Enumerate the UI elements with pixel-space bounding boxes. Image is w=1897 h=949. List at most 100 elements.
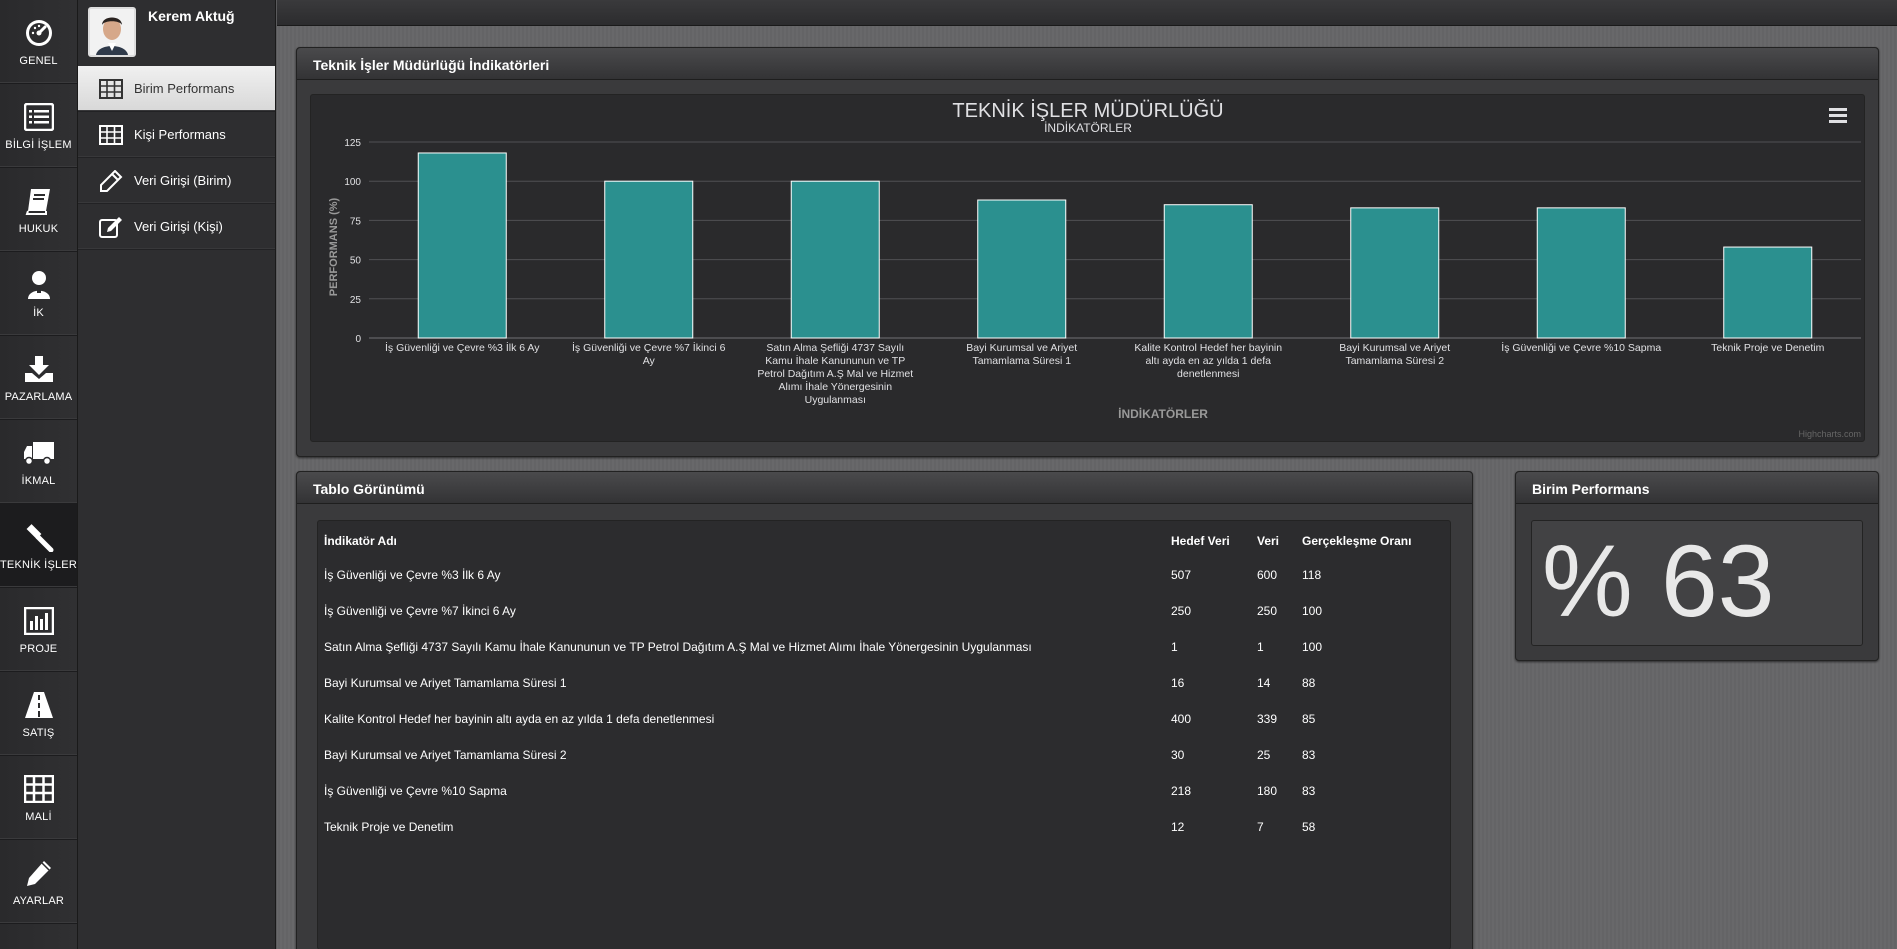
category-label: Bayi Kurumsal ve Ariyet Tamamlama Süresi… [1339,342,1451,367]
nav-label: MALİ [25,810,52,823]
nav-genel[interactable]: GENEL [0,0,77,84]
bar-chart-icon [23,605,55,637]
bar[interactable] [417,152,507,339]
col-actual: Veri [1257,534,1280,548]
subnav-kisi-performans[interactable]: Kişi Performans [78,112,275,158]
subnav-label: Birim Performans [134,81,235,96]
performance-panel-title: Birim Performans [1516,472,1878,504]
bar[interactable] [1536,207,1626,339]
road-icon [23,689,55,721]
category-label: Teknik Proje ve Denetim [1711,342,1825,354]
nav-label: İKMAL [21,474,56,487]
bar[interactable] [977,199,1067,339]
table-container: İndikatör Adı Hedef Veri Veri Gerçekleşm… [317,520,1451,949]
export-menu-button[interactable] [1826,104,1850,126]
sub-nav: Kerem Aktuğ Birim Performans Kişi Perfor… [78,0,276,949]
bar[interactable] [604,180,694,339]
table-row: Kalite Kontrol Hedef her bayinin altı ay… [324,701,1432,737]
category-label: İş Güvenliği ve Çevre %10 Sapma [1501,342,1662,354]
table-panel: Tablo Görünümü İndikatör Adı Hedef Veri … [296,471,1473,949]
category-label: Satın Alma Şefliği 4737 Sayılı Kamu İhal… [757,342,914,406]
table-row: Satın Alma Şefliği 4737 Sayılı Kamu İhal… [324,629,1432,665]
cell-actual: 7 [1257,820,1264,834]
x-tick-label: İş Güvenliği ve Çevre %7 İkinci 6 Ay [572,342,726,367]
category-label: Bayi Kurumsal ve Ariyet Tamamlama Süresi… [966,342,1078,367]
nav-teknik-isler[interactable]: TEKNİK İŞLER [0,504,77,588]
x-tick-label: Bayi Kurumsal ve Ariyet Tamamlama Süresi… [1339,342,1451,367]
y-tick-label: 25 [350,295,362,306]
bar[interactable] [790,180,880,339]
subnav-birim-performans[interactable]: Birim Performans [78,66,275,112]
cell-actual: 1 [1257,640,1264,654]
cell-ratio: 83 [1302,784,1316,798]
bar[interactable] [1163,204,1253,339]
truck-icon [23,437,55,469]
main-nav: GENEL BİLGİ İŞLEM HUKUK İK PAZARLAMA İKM… [0,0,78,949]
avatar[interactable] [88,7,136,57]
chart-panel: Teknik İşler Müdürlüğü İndikatörleri TEK… [296,47,1879,457]
cell-ratio: 58 [1302,820,1316,834]
table-panel-title: Tablo Görünümü [297,472,1472,504]
grid-icon [23,773,55,805]
subnav-label: Veri Girişi (Birim) [134,173,232,188]
cell-actual: 180 [1257,784,1278,798]
cell-target: 30 [1171,748,1185,762]
bar[interactable] [1350,207,1440,339]
cell-actual: 339 [1257,712,1278,726]
nav-bilgi-islem[interactable]: BİLGİ İŞLEM [0,84,77,168]
bar-chart: TEKNİK İŞLER MÜDÜRLÜĞÜ İNDİKATÖRLER PERF… [328,99,1861,439]
nav-mali[interactable]: MALİ [0,756,77,840]
nav-hukuk[interactable]: HUKUK [0,168,77,252]
nav-satis[interactable]: SATIŞ [0,672,77,756]
x-tick-label: İş Güvenliği ve Çevre %10 Sapma [1501,342,1662,354]
menu-icon [1829,108,1847,123]
x-tick-label: Satın Alma Şefliği 4737 Sayılı Kamu İhal… [757,342,914,406]
cell-ratio: 100 [1302,604,1323,618]
user-profile: Kerem Aktuğ [78,0,275,66]
pencil-icon [23,857,55,889]
col-target: Hedef Veri [1171,534,1230,548]
nav-ayarlar[interactable]: AYARLAR [0,840,77,924]
indicator-table: İndikatör Adı Hedef Veri Veri Gerçekleşm… [324,525,1432,845]
cell-target: 507 [1171,568,1192,582]
chart-credit[interactable]: Highcharts.com [1798,429,1861,439]
y-tick-label: 75 [350,216,362,227]
subnav-veri-girisi-birim[interactable]: Veri Girişi (Birim) [78,158,275,204]
nav-pazarlama[interactable]: PAZARLAMA [0,336,77,420]
cell-ratio: 88 [1302,676,1316,690]
nav-label: HUKUK [18,222,59,235]
cell-actual: 25 [1257,748,1271,762]
nav-label: BİLGİ İŞLEM [5,138,72,151]
chart-subtitle: İNDİKATÖRLER [1044,121,1132,135]
nav-proje[interactable]: PROJE [0,588,77,672]
subnav-veri-girisi-kisi[interactable]: Veri Girişi (Kişi) [78,204,275,250]
book-icon [23,185,55,217]
performance-panel: Birim Performans % 63 [1515,471,1879,661]
category-label: İş Güvenliği ve Çevre %7 İkinci 6 Ay [572,342,726,367]
y-tick-label: 100 [344,177,361,188]
nav-label: TEKNİK İŞLER [0,558,77,571]
table-row: Bayi Kurumsal ve Ariyet Tamamlama Süresi… [324,737,1432,773]
chart-ylabel: PERFORMANS (%) [328,197,340,296]
table-row: Bayi Kurumsal ve Ariyet Tamamlama Süresi… [324,665,1432,701]
performance-box: % 63 [1531,520,1863,646]
col-ratio: Gerçekleşme Oranı [1302,534,1412,548]
user-name[interactable]: Kerem Aktuğ [148,8,235,24]
table-icon [98,124,124,146]
nav-label: SATIŞ [22,726,55,739]
nav-ikmal[interactable]: İKMAL [0,420,77,504]
subnav-label: Veri Girişi (Kişi) [134,219,223,234]
x-tick-label: Kalite Kontrol Hedef her bayinin altı ay… [1134,342,1282,380]
cell-indicator-name: Bayi Kurumsal ve Ariyet Tamamlama Süresi… [324,676,567,690]
nav-ik[interactable]: İK [0,252,77,336]
nav-label: İK [33,306,44,319]
chart-panel-title: Teknik İşler Müdürlüğü İndikatörleri [297,48,1878,80]
y-tick-label: 125 [344,138,361,149]
list-icon [23,101,55,133]
pencil-icon [98,169,124,192]
person-icon [23,269,55,301]
cell-ratio: 100 [1302,640,1323,654]
bar[interactable] [1723,246,1813,339]
chart-container: TEKNİK İŞLER MÜDÜRLÜĞÜ İNDİKATÖRLER PERF… [310,94,1865,442]
cell-target: 218 [1171,784,1192,798]
